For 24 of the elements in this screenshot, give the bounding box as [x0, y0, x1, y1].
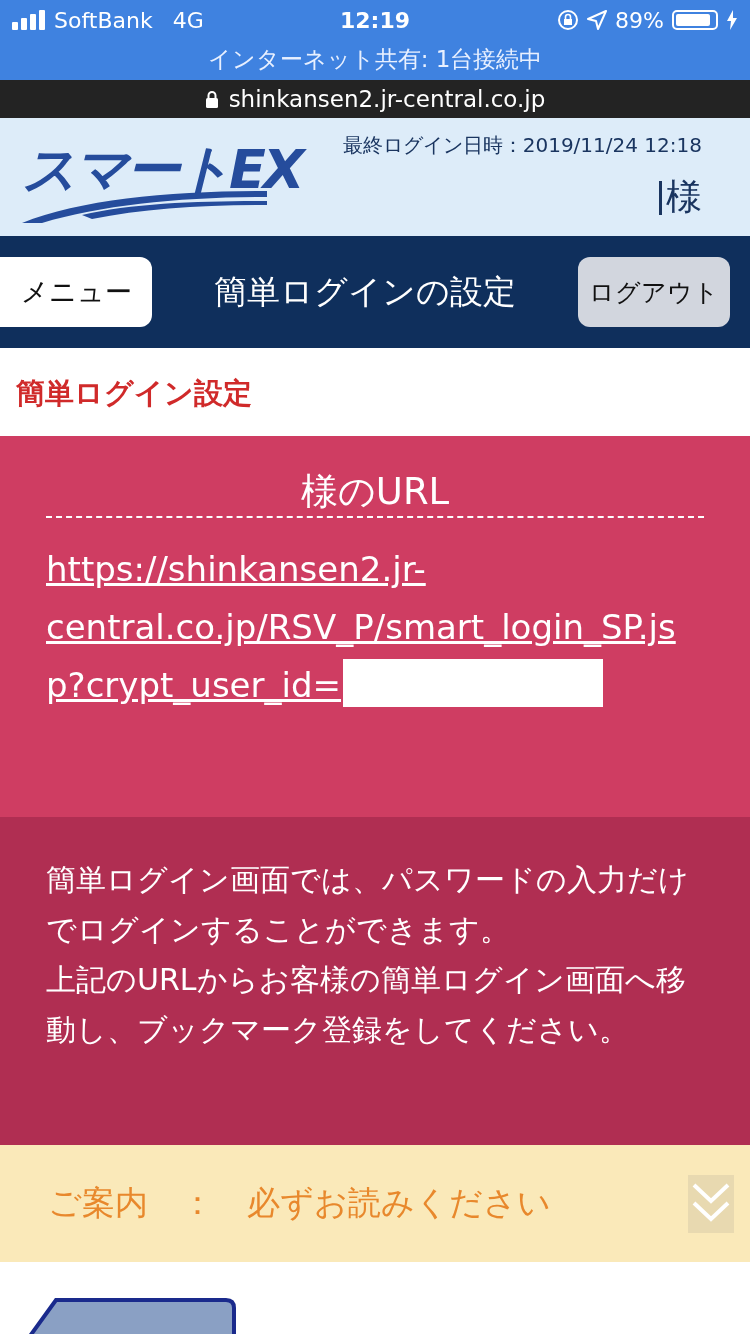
location-arrow-icon — [587, 10, 608, 30]
description-text: 上記のURLからお客様の簡単ログイン画面へ移動し、ブックマーク登録をしてください。 — [46, 961, 687, 1049]
rotation-lock-icon — [557, 9, 580, 31]
user-name-suffix: 様 — [666, 175, 702, 219]
description-text: 簡単ログイン画面では、パスワードの入力だけでログインすることができます。 — [46, 861, 690, 949]
network-type: 4G — [172, 7, 204, 33]
login-url-link[interactable]: https://shinkansen2.jr-central.co.jp/RSV_P/smart_login_SP.jsp?crypt_user_id= — [46, 540, 696, 714]
page-title: 簡単ログインの設定 — [214, 270, 516, 313]
button-drawing[interactable] — [26, 1296, 236, 1334]
carrier-name: SoftBank — [54, 7, 153, 33]
battery-percent: 89% — [615, 7, 664, 33]
notice-label: ご案内 ： 必ずお読みください — [48, 1182, 551, 1224]
signal-icon — [12, 10, 46, 30]
battery-icon — [672, 10, 718, 30]
charging-bolt-icon — [726, 10, 738, 30]
logout-button[interactable]: ログアウト — [578, 257, 730, 327]
menu-button[interactable]: メニュー — [0, 257, 152, 327]
redaction-bar — [659, 180, 662, 215]
section-title: 簡単ログイン設定 — [15, 375, 253, 412]
tethering-status-text: インターネット共有: 1台接続中 — [206, 45, 544, 74]
last-login-text: 最終ログイン日時：2019/11/24 12:18 — [342, 132, 702, 159]
clock-time: 12:19 — [340, 7, 410, 33]
url-heading: 様のURL — [46, 436, 704, 518]
lock-icon — [204, 90, 219, 108]
